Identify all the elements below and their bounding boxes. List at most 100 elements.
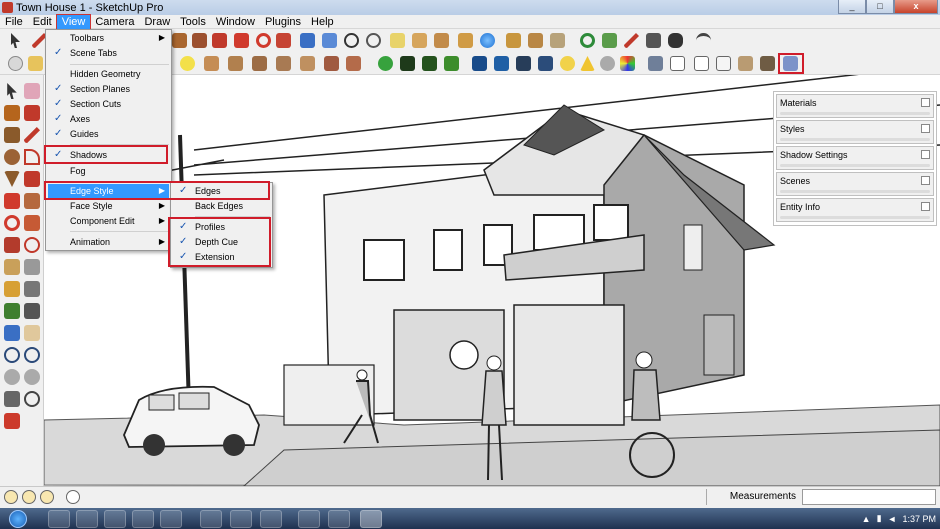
view-menu-item-toolbars[interactable]: Toolbars ▶ — [48, 31, 169, 45]
freehand-icon[interactable] — [24, 127, 40, 143]
volume-icon[interactable]: ◄ — [888, 514, 897, 524]
texture-3-icon[interactable] — [252, 56, 267, 71]
zoom-tool-icon[interactable] — [4, 347, 20, 363]
protractor-icon[interactable] — [4, 281, 20, 297]
texture-2-icon[interactable] — [228, 56, 243, 71]
edge-style-item-back-edges[interactable]: Back Edges — [173, 199, 270, 213]
tray-panel-shadow-settings[interactable]: Shadow Settings — [776, 146, 934, 170]
next-view-icon[interactable] — [24, 369, 40, 385]
render-icon[interactable] — [494, 56, 509, 71]
menu-view[interactable]: View — [55, 13, 92, 30]
zoom-extents-icon[interactable] — [366, 33, 381, 48]
footprints-icon[interactable] — [4, 391, 20, 407]
menu-camera[interactable]: Camera — [90, 15, 139, 29]
texture-5-icon[interactable] — [300, 56, 315, 71]
panel-toggle-button[interactable] — [921, 98, 930, 107]
texture-6-icon[interactable] — [324, 56, 339, 71]
scissors-icon[interactable] — [646, 33, 661, 48]
hand-pan-icon[interactable] — [24, 325, 40, 341]
user-icon[interactable] — [40, 490, 54, 504]
view-menu-item-section-planes[interactable]: ✓ Section Planes — [48, 82, 169, 96]
circle-icon[interactable] — [4, 149, 20, 165]
menu-help[interactable]: Help — [306, 15, 339, 29]
taskbar-app-ie-icon[interactable] — [76, 510, 98, 528]
eraser-icon[interactable] — [24, 83, 40, 99]
maximize-button[interactable]: □ — [866, 0, 894, 14]
move-icon[interactable] — [212, 33, 227, 48]
panel-toggle-button[interactable] — [921, 176, 930, 185]
xray-face-icon[interactable] — [8, 56, 23, 71]
xray-cube-icon[interactable] — [648, 56, 663, 71]
offset-icon[interactable] — [276, 33, 291, 48]
view-menu-item-hidden-geometry[interactable]: Hidden Geometry — [48, 67, 169, 81]
3d-warehouse-icon[interactable] — [390, 33, 405, 48]
share-component-icon[interactable] — [458, 33, 473, 48]
tray-panel-styles[interactable]: Styles — [776, 120, 934, 144]
zoom-icon[interactable] — [344, 33, 359, 48]
filmstrip-icon[interactable] — [516, 56, 531, 71]
arc-icon[interactable] — [24, 149, 40, 165]
rectangle-icon[interactable] — [4, 127, 20, 143]
shaded-cube-icon[interactable] — [716, 56, 731, 71]
light-bulb-icon[interactable] — [180, 56, 195, 71]
close-button[interactable]: x — [894, 0, 938, 14]
orbit-tool-icon[interactable] — [4, 325, 20, 341]
taskbar-app-sketchup-icon[interactable] — [360, 510, 382, 528]
previous-view-icon[interactable] — [4, 369, 20, 385]
line-icon[interactable] — [24, 105, 40, 121]
start-button[interactable] — [3, 508, 33, 529]
rotate-icon[interactable] — [234, 33, 249, 48]
hidden-line-cube-icon[interactable] — [694, 56, 709, 71]
menu-tools[interactable]: Tools — [175, 15, 211, 29]
camera-light-icon[interactable] — [538, 56, 553, 71]
taskbar-app-explorer-icon[interactable] — [104, 510, 126, 528]
follow-me-tool-icon[interactable] — [24, 215, 40, 231]
push-pull-icon[interactable] — [192, 33, 207, 48]
move-tool-icon[interactable] — [24, 171, 40, 187]
google-earth-icon[interactable] — [480, 33, 495, 48]
tape-measure-icon[interactable] — [4, 259, 20, 275]
taskbar-app-media-icon[interactable] — [132, 510, 154, 528]
axes-tool-icon[interactable] — [4, 303, 20, 319]
toggle-terrain-icon[interactable] — [528, 33, 543, 48]
photo-textures-icon[interactable] — [550, 33, 565, 48]
plant-icon[interactable] — [422, 56, 437, 71]
panel-toggle-button[interactable] — [921, 150, 930, 159]
tray-panel-entity-info[interactable]: Entity Info — [776, 198, 934, 222]
film-icon[interactable] — [472, 56, 487, 71]
paint-bucket-icon[interactable] — [172, 33, 187, 48]
dimension-icon[interactable] — [24, 259, 40, 275]
move-cross-icon[interactable] — [4, 193, 20, 209]
tree-icon[interactable] — [378, 56, 393, 71]
share-model-icon[interactable] — [412, 33, 427, 48]
taskbar-app-acrobat-icon[interactable] — [160, 510, 182, 528]
view-menu-item-fog[interactable]: Fog — [48, 164, 169, 178]
view-menu-item-section-cuts[interactable]: ✓ Section Cuts — [48, 97, 169, 111]
clock[interactable]: 1:37 PM — [902, 514, 936, 524]
get-components-icon[interactable] — [434, 33, 449, 48]
measurements-input[interactable] — [802, 489, 936, 505]
layer-icon[interactable] — [28, 56, 43, 71]
paint-icon[interactable] — [4, 105, 20, 121]
sketch-icon[interactable] — [624, 33, 639, 48]
minimize-button[interactable]: _ — [838, 0, 866, 14]
view-menu-item-scene-tabs[interactable]: ✓ Scene Tabs — [48, 46, 169, 60]
location-icon[interactable] — [602, 33, 617, 48]
wireframe-cube-icon[interactable] — [670, 56, 685, 71]
menu-draw[interactable]: Draw — [139, 15, 175, 29]
color-palette-icon[interactable] — [620, 56, 635, 71]
pan-icon[interactable] — [322, 33, 337, 48]
monochrome-cube-icon[interactable] — [760, 56, 775, 71]
walk-icon[interactable] — [696, 33, 711, 48]
select-tool-icon[interactable] — [11, 33, 20, 48]
offset-tool-icon[interactable] — [24, 237, 40, 253]
taskbar-app-photoshop-icon[interactable] — [260, 510, 282, 528]
shaded-texture-cube-icon[interactable] — [738, 56, 753, 71]
text-tool-icon[interactable] — [24, 281, 40, 297]
follow-me-icon[interactable] — [256, 33, 271, 48]
menu-file[interactable]: File — [0, 15, 28, 29]
menu-edit[interactable]: Edit — [28, 15, 57, 29]
geo-location-icon[interactable] — [4, 490, 18, 504]
panel-toggle-button[interactable] — [921, 202, 930, 211]
view-menu-item-face-style[interactable]: Face Style ▶ — [48, 199, 169, 213]
